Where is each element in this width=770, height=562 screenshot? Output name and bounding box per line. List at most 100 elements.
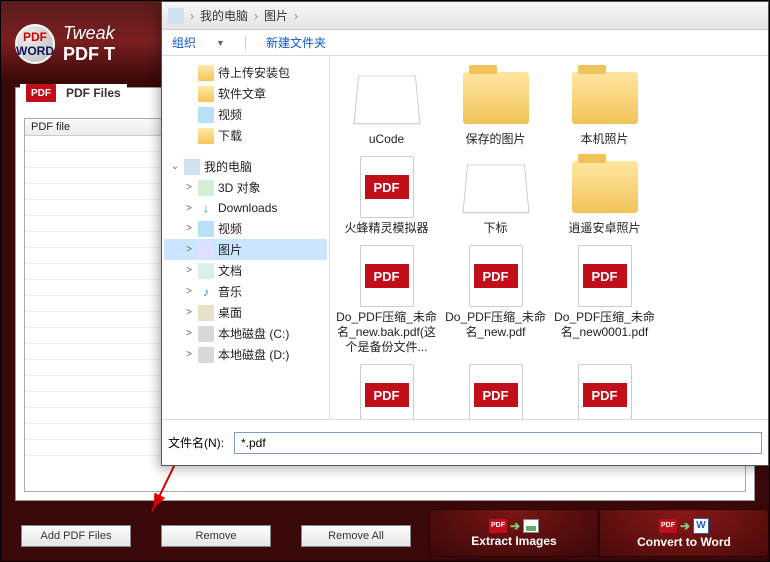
folder-icon (572, 72, 638, 124)
pc-icon (168, 8, 184, 24)
brand-line1: Tweak (63, 23, 115, 43)
extract-label: Extract Images (471, 534, 556, 548)
folder-icon (198, 86, 214, 102)
pdf-file-icon: PDF (360, 156, 414, 218)
add-pdf-files-button[interactable]: Add PDF Files (21, 525, 131, 547)
organize-menu[interactable]: 组织 (172, 34, 196, 51)
file-name: 火蜂精灵模拟器 (344, 221, 428, 236)
expand-icon[interactable]: ⌄ (170, 161, 180, 172)
expand-icon[interactable]: > (184, 223, 194, 234)
arrow-icon: ➔ (680, 519, 690, 533)
file-name: Do_PDF压缩_未命名_new.bak.pdf(这个是备份文件... (336, 310, 437, 355)
doc-icon (198, 263, 214, 279)
expand-icon[interactable]: > (184, 265, 194, 276)
file-list[interactable]: uCode保存的图片本机照片PDF火蜂精灵模拟器下标逍遥安卓照片PDFDo_PD… (330, 56, 768, 419)
tree-item-pending[interactable]: 待上传安装包 (164, 62, 327, 83)
pc-icon (184, 159, 200, 175)
tree-label: 软件文章 (218, 85, 325, 102)
dropdown-icon[interactable]: ▼ (216, 38, 225, 48)
remove-all-button[interactable]: Remove All (301, 525, 411, 547)
folder-icon (198, 65, 214, 81)
file-item-ucode[interactable]: uCode (334, 64, 439, 149)
convert-label: Convert to Word (637, 535, 731, 549)
tree-label: 3D 对象 (218, 179, 325, 196)
tree-item-dl[interactable]: >↓Downloads (164, 198, 327, 218)
expand-icon[interactable]: > (184, 349, 194, 360)
file-item-saved[interactable]: 保存的图片 (443, 64, 548, 149)
tree-item-downloads2[interactable]: 下载 (164, 125, 327, 146)
file-item-do3[interactable]: PDFDo_PDF压缩_未命名_new0001.pdf (552, 242, 657, 357)
pdf-file-icon: PDF (360, 245, 414, 307)
expand-icon[interactable]: > (184, 307, 194, 318)
3d-icon (198, 180, 214, 196)
pdf-icon: PDF (26, 84, 56, 102)
video-icon (198, 221, 214, 237)
filename-row: 文件名(N): (162, 419, 768, 465)
pdf-file-icon: PDF (578, 245, 632, 307)
file-item-p2[interactable]: PDFPDF压缩_未命名.pdf (443, 361, 548, 419)
expand-icon[interactable]: > (184, 203, 194, 214)
pdf-mini-icon: PDF (659, 519, 677, 533)
chevron-right-icon[interactable]: › (294, 9, 298, 23)
file-name: 本机照片 (580, 132, 628, 147)
expand-icon[interactable]: > (184, 286, 194, 297)
tree-item-doc[interactable]: > 文档 (164, 260, 327, 281)
address-bar[interactable]: › 我的电脑 › 图片 › (162, 2, 768, 30)
expand-icon[interactable]: > (184, 328, 194, 339)
panel-title: PDF Files (66, 86, 121, 100)
file-item-camera[interactable]: 本机照片 (552, 64, 657, 149)
tree-item-videos[interactable]: 视频 (164, 104, 327, 125)
tree-item-3d[interactable]: >3D 对象 (164, 177, 327, 198)
tree-item-pic[interactable]: > 图片 (164, 239, 327, 260)
file-item-p1[interactable]: PDFPDF压缩_未命名.bak.pdf (334, 361, 439, 419)
file-item-do1[interactable]: PDFDo_PDF压缩_未命名_new.bak.pdf(这个是备份文件... (334, 242, 439, 357)
file-item-do2[interactable]: PDFDo_PDF压缩_未命名_new.pdf (443, 242, 548, 357)
tree-item-music[interactable]: >♪音乐 (164, 281, 327, 302)
arrow-icon: ➔ (510, 519, 520, 533)
image-mini-icon (523, 519, 539, 533)
crumb-pictures[interactable]: 图片 (264, 7, 288, 24)
file-open-dialog: › 我的电脑 › 图片 › 组织 ▼ 新建文件夹 待上传安装包软件文章视频下载⌄… (161, 1, 769, 466)
convert-to-word-button[interactable]: PDF ➔ W Convert to Word (599, 509, 769, 557)
crumb-pc[interactable]: 我的电脑 (200, 7, 248, 24)
video-icon (198, 107, 214, 123)
word-mini-icon: W (693, 518, 709, 534)
chevron-right-icon[interactable]: › (254, 9, 258, 23)
filename-input[interactable] (234, 432, 762, 454)
dl-icon: ↓ (198, 200, 214, 216)
tree-item-pc[interactable]: ⌄ 我的电脑 (164, 156, 327, 177)
tree-label: 文档 (218, 262, 325, 279)
file-item-p3[interactable]: PDFPDF压缩_未命名_new.bak.pdf (552, 361, 657, 419)
separator (245, 36, 246, 50)
chevron-right-icon[interactable]: › (190, 9, 194, 23)
expand-icon[interactable]: > (184, 182, 194, 193)
folder-icon (463, 72, 529, 124)
remove-button[interactable]: Remove (161, 525, 271, 547)
tree-item-vid[interactable]: > 视频 (164, 218, 327, 239)
tree-label: 我的电脑 (204, 158, 325, 175)
file-name: 保存的图片 (465, 132, 525, 147)
expand-icon[interactable]: > (184, 244, 194, 255)
tree-label: 视频 (218, 106, 325, 123)
new-folder-button[interactable]: 新建文件夹 (266, 34, 326, 51)
file-item-xiabiao[interactable]: 下标 (443, 153, 548, 238)
tree-item-diskd[interactable]: >本地磁盘 (D:) (164, 344, 327, 365)
folder-open-icon (353, 75, 420, 124)
music-icon: ♪ (198, 284, 214, 300)
disk-icon (198, 347, 214, 363)
file-item-xiaoyao[interactable]: 逍遥安卓照片 (552, 153, 657, 238)
desk-icon (198, 305, 214, 321)
disk-icon (198, 326, 214, 342)
tree-item-articles[interactable]: 软件文章 (164, 83, 327, 104)
tree-label: 图片 (218, 241, 325, 258)
pdf-mini-icon: PDF (489, 519, 507, 533)
file-item-huofeng[interactable]: PDF 火蜂精灵模拟器 (334, 153, 439, 238)
extract-images-button[interactable]: PDF ➔ Extract Images (429, 509, 599, 557)
tree-item-desk[interactable]: >桌面 (164, 302, 327, 323)
dialog-toolbar: 组织 ▼ 新建文件夹 (162, 30, 768, 56)
nav-tree[interactable]: 待上传安装包软件文章视频下载⌄我的电脑>3D 对象>↓Downloads>视频>… (162, 56, 330, 419)
tree-label: 视频 (218, 220, 325, 237)
action-bar: PDF ➔ Extract Images PDF ➔ W Convert to … (429, 509, 769, 557)
folder-open-icon (462, 164, 529, 213)
tree-item-diskc[interactable]: >本地磁盘 (C:) (164, 323, 327, 344)
